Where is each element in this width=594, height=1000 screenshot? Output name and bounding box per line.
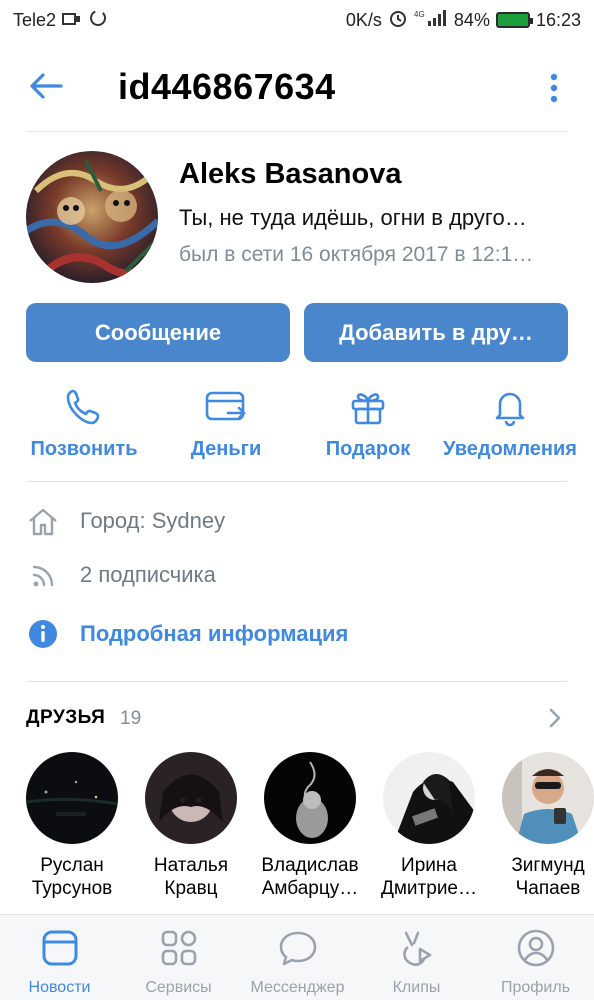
rss-icon — [26, 559, 60, 593]
home-icon — [26, 505, 60, 539]
tab-services[interactable]: Сервисы — [119, 915, 238, 1000]
add-friend-button[interactable]: Добавить в дру… — [304, 303, 568, 362]
info-divider — [27, 681, 567, 682]
bottom-tab-bar: Новости Сервисы Мессенджер Клипы Профиль — [0, 914, 594, 1000]
friends-title[interactable]: ДРУЗЬЯ — [26, 707, 105, 729]
messenger-icon — [278, 927, 318, 969]
info-city: Город: Sydney — [26, 505, 225, 539]
city-text: Город: Sydney — [80, 508, 226, 533]
battery-percent: 84% — [453, 9, 490, 30]
friend-item[interactable]: Владислав Амбарцу… — [250, 752, 370, 900]
friend-avatar — [502, 752, 594, 844]
sim-icon — [62, 10, 82, 31]
tab-label: Сервисы — [145, 979, 212, 996]
profile-status: Ты, не туда идёшь, огни в друго… — [179, 205, 527, 230]
friend-item[interactable]: Ирина Дмитрие… — [369, 752, 489, 900]
call-action[interactable]: Позвонить — [9, 384, 159, 461]
followers-text: 2 подписчика — [80, 562, 216, 587]
tab-label: Новости — [28, 979, 91, 996]
details-link[interactable]: Подробная информация — [80, 621, 348, 647]
friends-count: 19 — [120, 708, 142, 729]
clock: 16:23 — [535, 9, 581, 30]
profile-name: Aleks Basanova — [179, 158, 402, 190]
friend-name: Зигмунд Чапаев — [511, 855, 585, 899]
info-details[interactable]: Подробная информация — [26, 617, 348, 651]
friend-avatar — [383, 752, 475, 844]
svg-text:4G: 4G — [414, 10, 425, 19]
app-header: id446867634 — [0, 52, 594, 122]
gift-icon — [348, 384, 388, 430]
news-icon — [41, 927, 79, 969]
profile-avatar[interactable] — [26, 151, 158, 283]
services-icon — [160, 927, 198, 969]
chevron-right-icon[interactable] — [543, 704, 567, 732]
friend-name: Руслан Турсунов — [31, 855, 113, 899]
friend-name: Наталья Кравц — [153, 855, 229, 899]
tab-label: Профиль — [500, 979, 571, 996]
action-label: Деньги — [190, 438, 262, 460]
money-transfer-icon — [204, 384, 248, 430]
friend-avatar — [26, 752, 118, 844]
message-button[interactable]: Сообщение — [26, 303, 290, 362]
battery-icon — [495, 12, 533, 28]
more-vertical-icon[interactable] — [540, 68, 568, 108]
info-followers[interactable]: 2 подписчика — [26, 559, 216, 593]
friend-avatar — [264, 752, 356, 844]
network-speed: 0K/s — [345, 9, 382, 30]
friend-item[interactable]: Наталья Кравц — [131, 752, 251, 900]
last-seen: был в сети 16 октября 2017 в 12:1… — [179, 243, 534, 266]
action-label: Подарок — [325, 438, 411, 460]
sync-icon — [88, 8, 108, 33]
tab-messenger[interactable]: Мессенджер — [238, 915, 357, 1000]
tab-profile[interactable]: Профиль — [476, 915, 594, 1000]
money-action[interactable]: Деньги — [151, 384, 301, 461]
arrow-left-icon[interactable] — [26, 68, 66, 104]
tab-news[interactable]: Новости — [0, 915, 119, 1000]
action-label: Позвонить — [30, 438, 138, 460]
phone-icon — [64, 384, 104, 430]
signal-icon: 4G — [414, 9, 448, 32]
friend-name: Владислав Амбарцу… — [261, 855, 359, 899]
status-bar: Tele2 0K/s 4G 84% 16:23 — [0, 0, 594, 40]
profile-icon — [516, 927, 556, 969]
actions-divider — [27, 481, 567, 482]
friend-item[interactable]: Руслан Турсунов — [12, 752, 132, 900]
bell-icon — [490, 384, 530, 430]
page-title: id446867634 — [118, 66, 336, 107]
gift-action[interactable]: Подарок — [293, 384, 443, 461]
tab-label: Мессенджер — [250, 979, 345, 996]
header-divider — [27, 131, 567, 132]
clips-icon — [398, 927, 436, 969]
alarm-icon — [388, 8, 408, 33]
friend-avatar — [145, 752, 237, 844]
friend-name: Ирина Дмитрие… — [381, 855, 477, 899]
carrier-label: Tele2 — [13, 9, 57, 30]
friend-item[interactable]: Зигмунд Чапаев — [488, 752, 594, 900]
notifications-action[interactable]: Уведомления — [435, 384, 585, 461]
info-icon — [26, 617, 60, 651]
tab-clips[interactable]: Клипы — [357, 915, 476, 1000]
tab-label: Клипы — [392, 979, 441, 996]
action-label: Уведомления — [443, 438, 577, 460]
